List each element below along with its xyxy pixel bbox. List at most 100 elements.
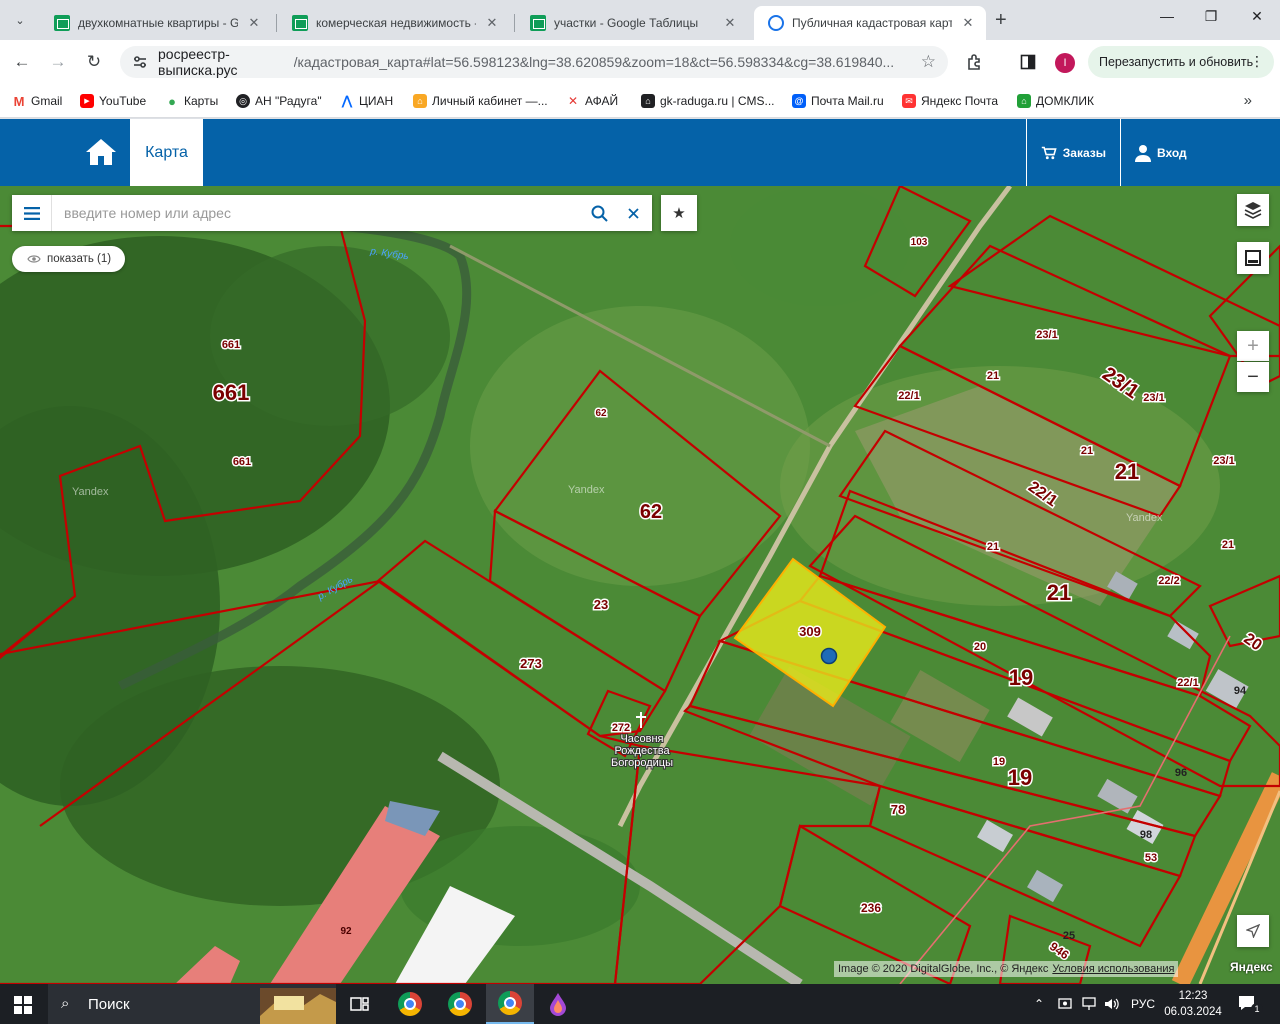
parcel-label[interactable]: 22/1	[1023, 477, 1061, 512]
menu-button[interactable]	[12, 195, 52, 231]
parcel-label[interactable]: 661	[211, 379, 251, 407]
parcel-label[interactable]: 22/1	[1176, 676, 1200, 691]
parcel-label[interactable]: 53	[1143, 851, 1158, 866]
parcel-label[interactable]: 92	[339, 925, 354, 939]
restore-button[interactable]: ❐	[1196, 8, 1226, 30]
parcel-label[interactable]: 21	[985, 369, 1000, 384]
bookmark-raduga[interactable]: ◎ АН "Радуга"	[236, 92, 322, 110]
parcel-label[interactable]: 21	[985, 540, 1000, 555]
parcel-label[interactable]: 23/1	[1035, 328, 1059, 343]
site-settings-icon[interactable]	[132, 54, 148, 70]
tab-apartments[interactable]: двухкомнатные квартиры - Go ✕	[40, 6, 272, 40]
parcel-label[interactable]: 20	[1239, 629, 1266, 656]
bookmark-star-icon[interactable]: ☆	[921, 52, 936, 72]
bookmarks-overflow-icon[interactable]: »	[1244, 92, 1252, 109]
bookmark-cabinet[interactable]: ⌂ Личный кабинет —...	[413, 92, 548, 110]
bookmark-afai[interactable]: ✕ АФАЙ	[566, 92, 618, 110]
nav-tab-map[interactable]: Карта	[130, 119, 203, 186]
search-button[interactable]	[582, 195, 616, 231]
minimize-button[interactable]: —	[1152, 8, 1182, 30]
forward-button[interactable]: →	[46, 50, 70, 74]
taskbar-search[interactable]: ⌕ Поиск	[48, 984, 336, 1024]
parcel-label[interactable]: 21	[1220, 538, 1235, 553]
parcel-label[interactable]: 661	[220, 338, 241, 353]
back-button[interactable]: ←	[10, 50, 34, 74]
print-button[interactable]	[1237, 242, 1269, 274]
yandex-logo[interactable]: Яндекс	[1230, 960, 1273, 974]
parcel-label[interactable]: 22/2	[1157, 574, 1181, 589]
taskbar-app-drop[interactable]	[534, 984, 582, 1024]
geolocate-button[interactable]	[1237, 915, 1269, 947]
close-icon[interactable]: ✕	[960, 15, 976, 31]
parcel-label[interactable]: 20	[972, 640, 987, 655]
parcel-label[interactable]: 19	[1006, 764, 1033, 792]
parcel-label[interactable]: 103	[909, 236, 929, 250]
bookmark-domclick[interactable]: ⌂ ДОМКЛИК	[1017, 92, 1094, 110]
address-bar[interactable]: росреестр-выписка.рус/кадастровая_карта#…	[120, 46, 948, 78]
favorites-button[interactable]: ★	[661, 195, 697, 231]
parcel-label[interactable]: 23	[592, 596, 609, 614]
bookmark-yandex-mail[interactable]: ✉ Яндекс Почта	[902, 92, 998, 110]
zoom-out-button[interactable]: −	[1237, 362, 1269, 392]
input-language[interactable]: РУС	[1131, 984, 1155, 1024]
parcel-label[interactable]: 661	[231, 455, 252, 470]
tab-search-button[interactable]: ⌄	[8, 8, 32, 32]
start-button[interactable]	[14, 996, 32, 1014]
bookmark-maps[interactable]: ● Карты	[165, 92, 218, 110]
parcel-label[interactable]: 22/1	[897, 389, 921, 404]
profile-avatar[interactable]: I	[1055, 53, 1075, 73]
zoom-in-button[interactable]: +	[1237, 331, 1269, 361]
search-input[interactable]	[52, 196, 582, 230]
network-icon[interactable]	[1082, 984, 1098, 1024]
close-icon[interactable]: ✕	[722, 15, 738, 31]
terms-link[interactable]: Условия использования	[1052, 963, 1174, 975]
parcel-label[interactable]: 21	[1045, 579, 1072, 607]
parcel-label[interactable]: 23/1	[1097, 361, 1145, 404]
volume-icon[interactable]	[1104, 984, 1120, 1024]
side-panel-icon[interactable]	[1018, 52, 1038, 72]
close-icon[interactable]: ✕	[246, 15, 262, 31]
tab-land-plots[interactable]: участки - Google Таблицы ✕	[516, 6, 748, 40]
parcel-label[interactable]: 21	[1113, 458, 1140, 486]
parcel-label[interactable]: 21	[1079, 444, 1094, 459]
parcel-label[interactable]: 78	[889, 801, 906, 819]
close-icon[interactable]: ✕	[484, 15, 500, 31]
taskbar-chrome-profile[interactable]	[436, 984, 484, 1024]
parcel-label[interactable]: 19	[991, 755, 1006, 770]
bookmark-cms[interactable]: ⌂ gk-raduga.ru | CMS...	[641, 92, 775, 110]
tab-cadastral-map[interactable]: Публичная кадастровая карта ✕	[754, 6, 986, 40]
bookmark-cian[interactable]: ⋀ ЦИАН	[340, 92, 393, 110]
login-button[interactable]: Вход	[1120, 119, 1280, 186]
system-clock[interactable]: 12:23 06.03.2024	[1162, 988, 1224, 1020]
bookmark-youtube[interactable]: ▶ YouTube	[80, 92, 146, 110]
parcel-label[interactable]: 273	[519, 655, 544, 673]
tab-commercial[interactable]: комерческая недвижимость - ✕	[278, 6, 510, 40]
parcel-label[interactable]: 236	[859, 900, 882, 917]
extensions-icon[interactable]	[965, 52, 985, 72]
selected-parcel-label[interactable]: 309	[798, 623, 823, 641]
taskbar-chrome-active[interactable]	[486, 984, 534, 1024]
tray-expand-icon[interactable]: ⌃	[1034, 984, 1044, 1024]
parcel-label[interactable]: 62	[638, 500, 663, 525]
new-tab-button[interactable]: +	[995, 9, 1007, 32]
orders-button[interactable]: Заказы	[1026, 119, 1120, 186]
taskbar-chrome[interactable]	[386, 984, 434, 1024]
show-results-button[interactable]: показать (1)	[12, 246, 125, 272]
bookmark-mailru[interactable]: @ Почта Mail.ru	[792, 92, 884, 110]
meet-now-icon[interactable]	[1058, 984, 1072, 1024]
relaunch-update-button[interactable]: Перезапустить и обновить ⋮	[1088, 46, 1274, 78]
notification-center-button[interactable]: 1	[1238, 984, 1270, 1024]
more-menu-icon[interactable]: ⋮	[1250, 53, 1264, 70]
close-window-button[interactable]: ✕	[1242, 8, 1272, 30]
task-view-button[interactable]	[336, 984, 384, 1024]
bookmark-gmail[interactable]: M Gmail	[12, 92, 62, 110]
parcel-label[interactable]: 23/1	[1212, 454, 1236, 469]
parcel-label[interactable]: 946	[1046, 938, 1074, 964]
cadastral-map[interactable]: 309 103 661 661 661 62 62 23 273 272 23/…	[0, 186, 1280, 984]
parcel-label[interactable]: 62	[594, 407, 609, 421]
reload-button[interactable]: ↻	[82, 50, 106, 74]
layers-button[interactable]	[1237, 194, 1269, 226]
parcel-label[interactable]: 19	[1007, 664, 1034, 692]
home-icon[interactable]	[84, 137, 118, 167]
clear-search-button[interactable]	[616, 195, 650, 231]
